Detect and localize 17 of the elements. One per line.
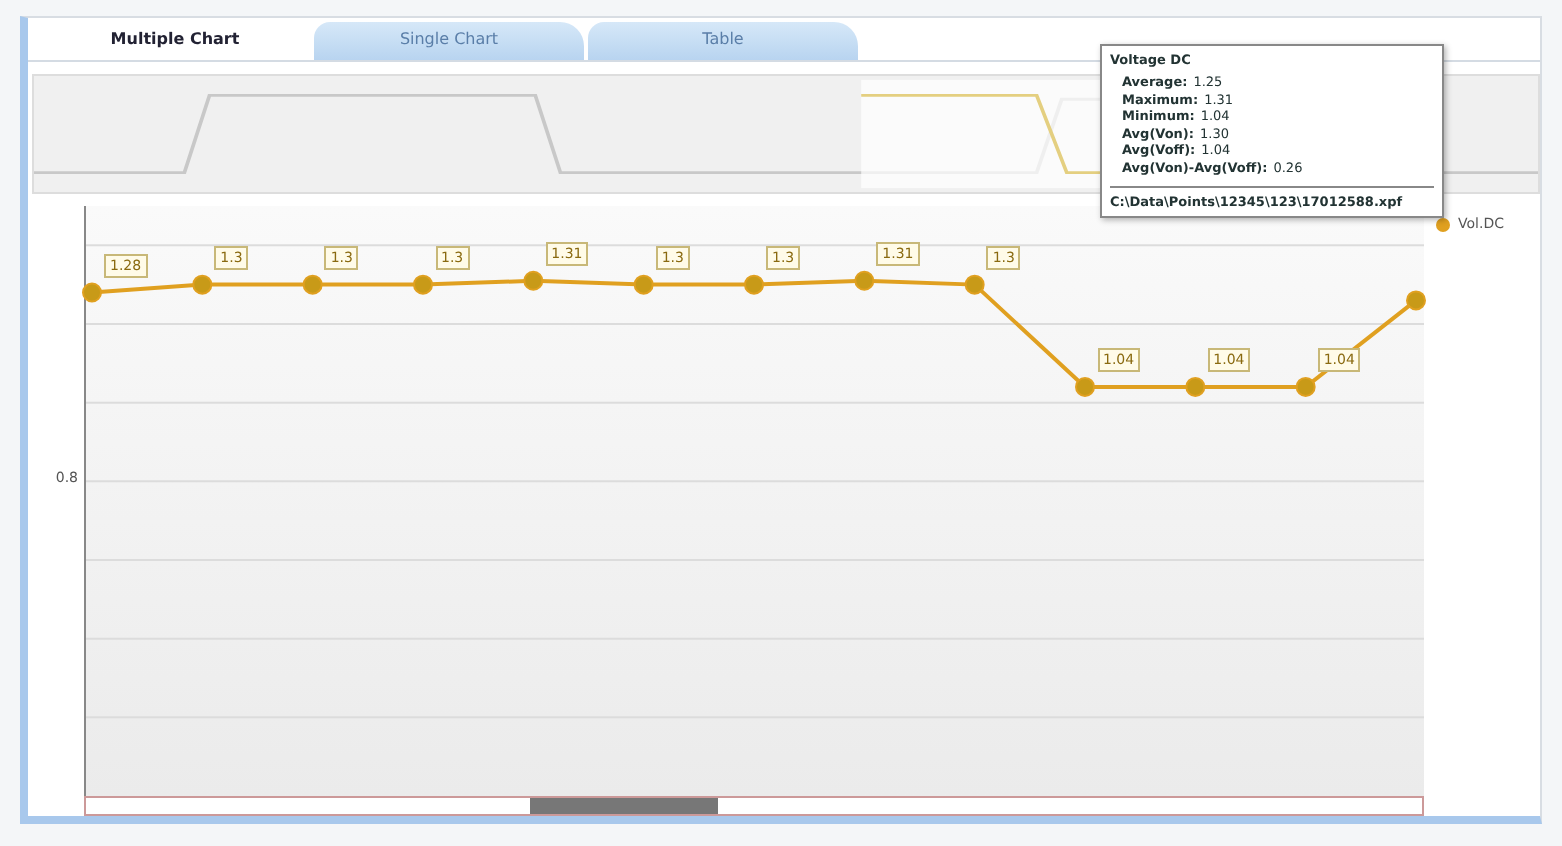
horizontal-scrollbar[interactable]	[84, 796, 1424, 816]
tab[interactable]: Single Chart	[314, 22, 584, 60]
data-point	[413, 274, 433, 295]
data-point	[854, 270, 875, 291]
data-point	[302, 274, 323, 295]
data-point	[523, 270, 544, 291]
data-point	[633, 274, 654, 295]
data-point	[1075, 376, 1095, 397]
scrollbar-thumb[interactable]	[530, 798, 718, 814]
tab[interactable]: Table	[588, 22, 858, 60]
data-point	[744, 274, 764, 295]
data-point	[192, 274, 213, 295]
data-point	[1185, 376, 1206, 397]
data-point	[1406, 290, 1426, 311]
data-point	[82, 282, 102, 303]
data-point	[964, 274, 985, 295]
data-point	[1295, 376, 1316, 397]
